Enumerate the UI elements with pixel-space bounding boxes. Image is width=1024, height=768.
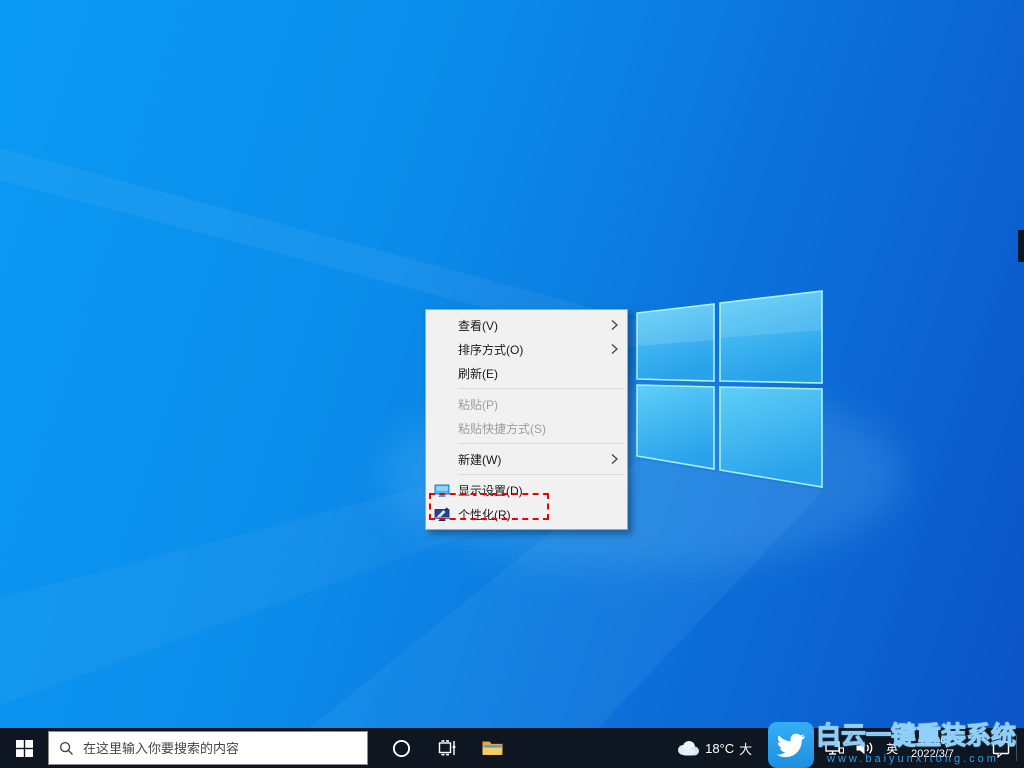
menu-item-personalize[interactable]: 个性化(R)	[426, 502, 627, 526]
menu-item-display-settings[interactable]: 显示设置(D)	[426, 478, 627, 502]
ime-indicator[interactable]: 英	[879, 728, 905, 768]
menu-item-view[interactable]: 查看(V)	[426, 313, 627, 337]
display-settings-icon	[426, 482, 458, 498]
menu-item-label: 新建(W)	[458, 451, 605, 468]
menu-item-paste[interactable]: 粘贴(P)	[426, 392, 627, 416]
chevron-up-icon	[798, 741, 814, 755]
task-view-button[interactable]	[424, 728, 470, 768]
submenu-arrow-icon	[605, 343, 619, 355]
weather-condition: 大	[739, 739, 752, 758]
menu-item-label: 排序方式(O)	[458, 341, 605, 358]
menu-item-new[interactable]: 新建(W)	[426, 447, 627, 471]
menu-separator	[458, 388, 624, 389]
ethernet-icon	[824, 739, 844, 757]
show-desktop-button[interactable]	[1017, 728, 1024, 768]
file-explorer-button[interactable]	[470, 728, 516, 768]
speaker-icon	[854, 739, 874, 757]
menu-item-refresh[interactable]: 刷新(E)	[426, 361, 627, 385]
menu-separator	[458, 474, 624, 475]
network-button[interactable]	[819, 728, 849, 768]
desktop[interactable]: 查看(V) 排序方式(O) 刷新(E) 粘贴(P) 粘贴快捷方式(S)	[0, 0, 1024, 768]
weather-temp: 18°C	[705, 741, 734, 756]
file-explorer-icon	[481, 738, 505, 758]
menu-item-sort-by[interactable]: 排序方式(O)	[426, 337, 627, 361]
submenu-arrow-icon	[605, 319, 619, 331]
menu-item-label: 个性化(R)	[458, 506, 605, 523]
menu-item-paste-shortcut[interactable]: 粘贴快捷方式(S)	[426, 416, 627, 440]
clock[interactable]: 18:06 2022/3/7	[905, 728, 960, 768]
taskbar: 18°C 大	[0, 728, 1024, 768]
volume-button[interactable]	[849, 728, 879, 768]
menu-separator	[458, 443, 624, 444]
menu-item-label: 刷新(E)	[458, 365, 605, 382]
weather-widget[interactable]: 18°C 大	[670, 728, 757, 768]
personalize-icon	[426, 506, 458, 522]
menu-item-label: 粘贴快捷方式(S)	[458, 420, 605, 437]
edge-artifact	[1018, 230, 1024, 262]
search-box[interactable]	[48, 731, 368, 765]
search-input[interactable]	[83, 741, 357, 756]
search-icon	[59, 741, 74, 756]
menu-item-label: 显示设置(D)	[458, 482, 605, 499]
task-view-icon	[437, 738, 457, 758]
system-tray: 18°C 大	[670, 728, 1024, 768]
ime-label: 英	[886, 740, 898, 757]
clock-time: 18:06	[919, 735, 947, 748]
cortana-button[interactable]	[378, 728, 424, 768]
cloud-icon	[675, 739, 700, 757]
windows-logo-icon	[16, 740, 33, 757]
action-center-button[interactable]	[986, 728, 1016, 768]
start-button[interactable]	[0, 728, 48, 768]
clock-date: 2022/3/7	[911, 748, 954, 761]
submenu-arrow-icon	[605, 453, 619, 465]
menu-item-label: 粘贴(P)	[458, 396, 605, 413]
action-center-icon	[991, 739, 1011, 758]
hidden-icons-button[interactable]	[793, 728, 819, 768]
desktop-context-menu: 查看(V) 排序方式(O) 刷新(E) 粘贴(P) 粘贴快捷方式(S)	[425, 309, 628, 530]
menu-item-label: 查看(V)	[458, 317, 605, 334]
cortana-icon	[392, 739, 411, 758]
